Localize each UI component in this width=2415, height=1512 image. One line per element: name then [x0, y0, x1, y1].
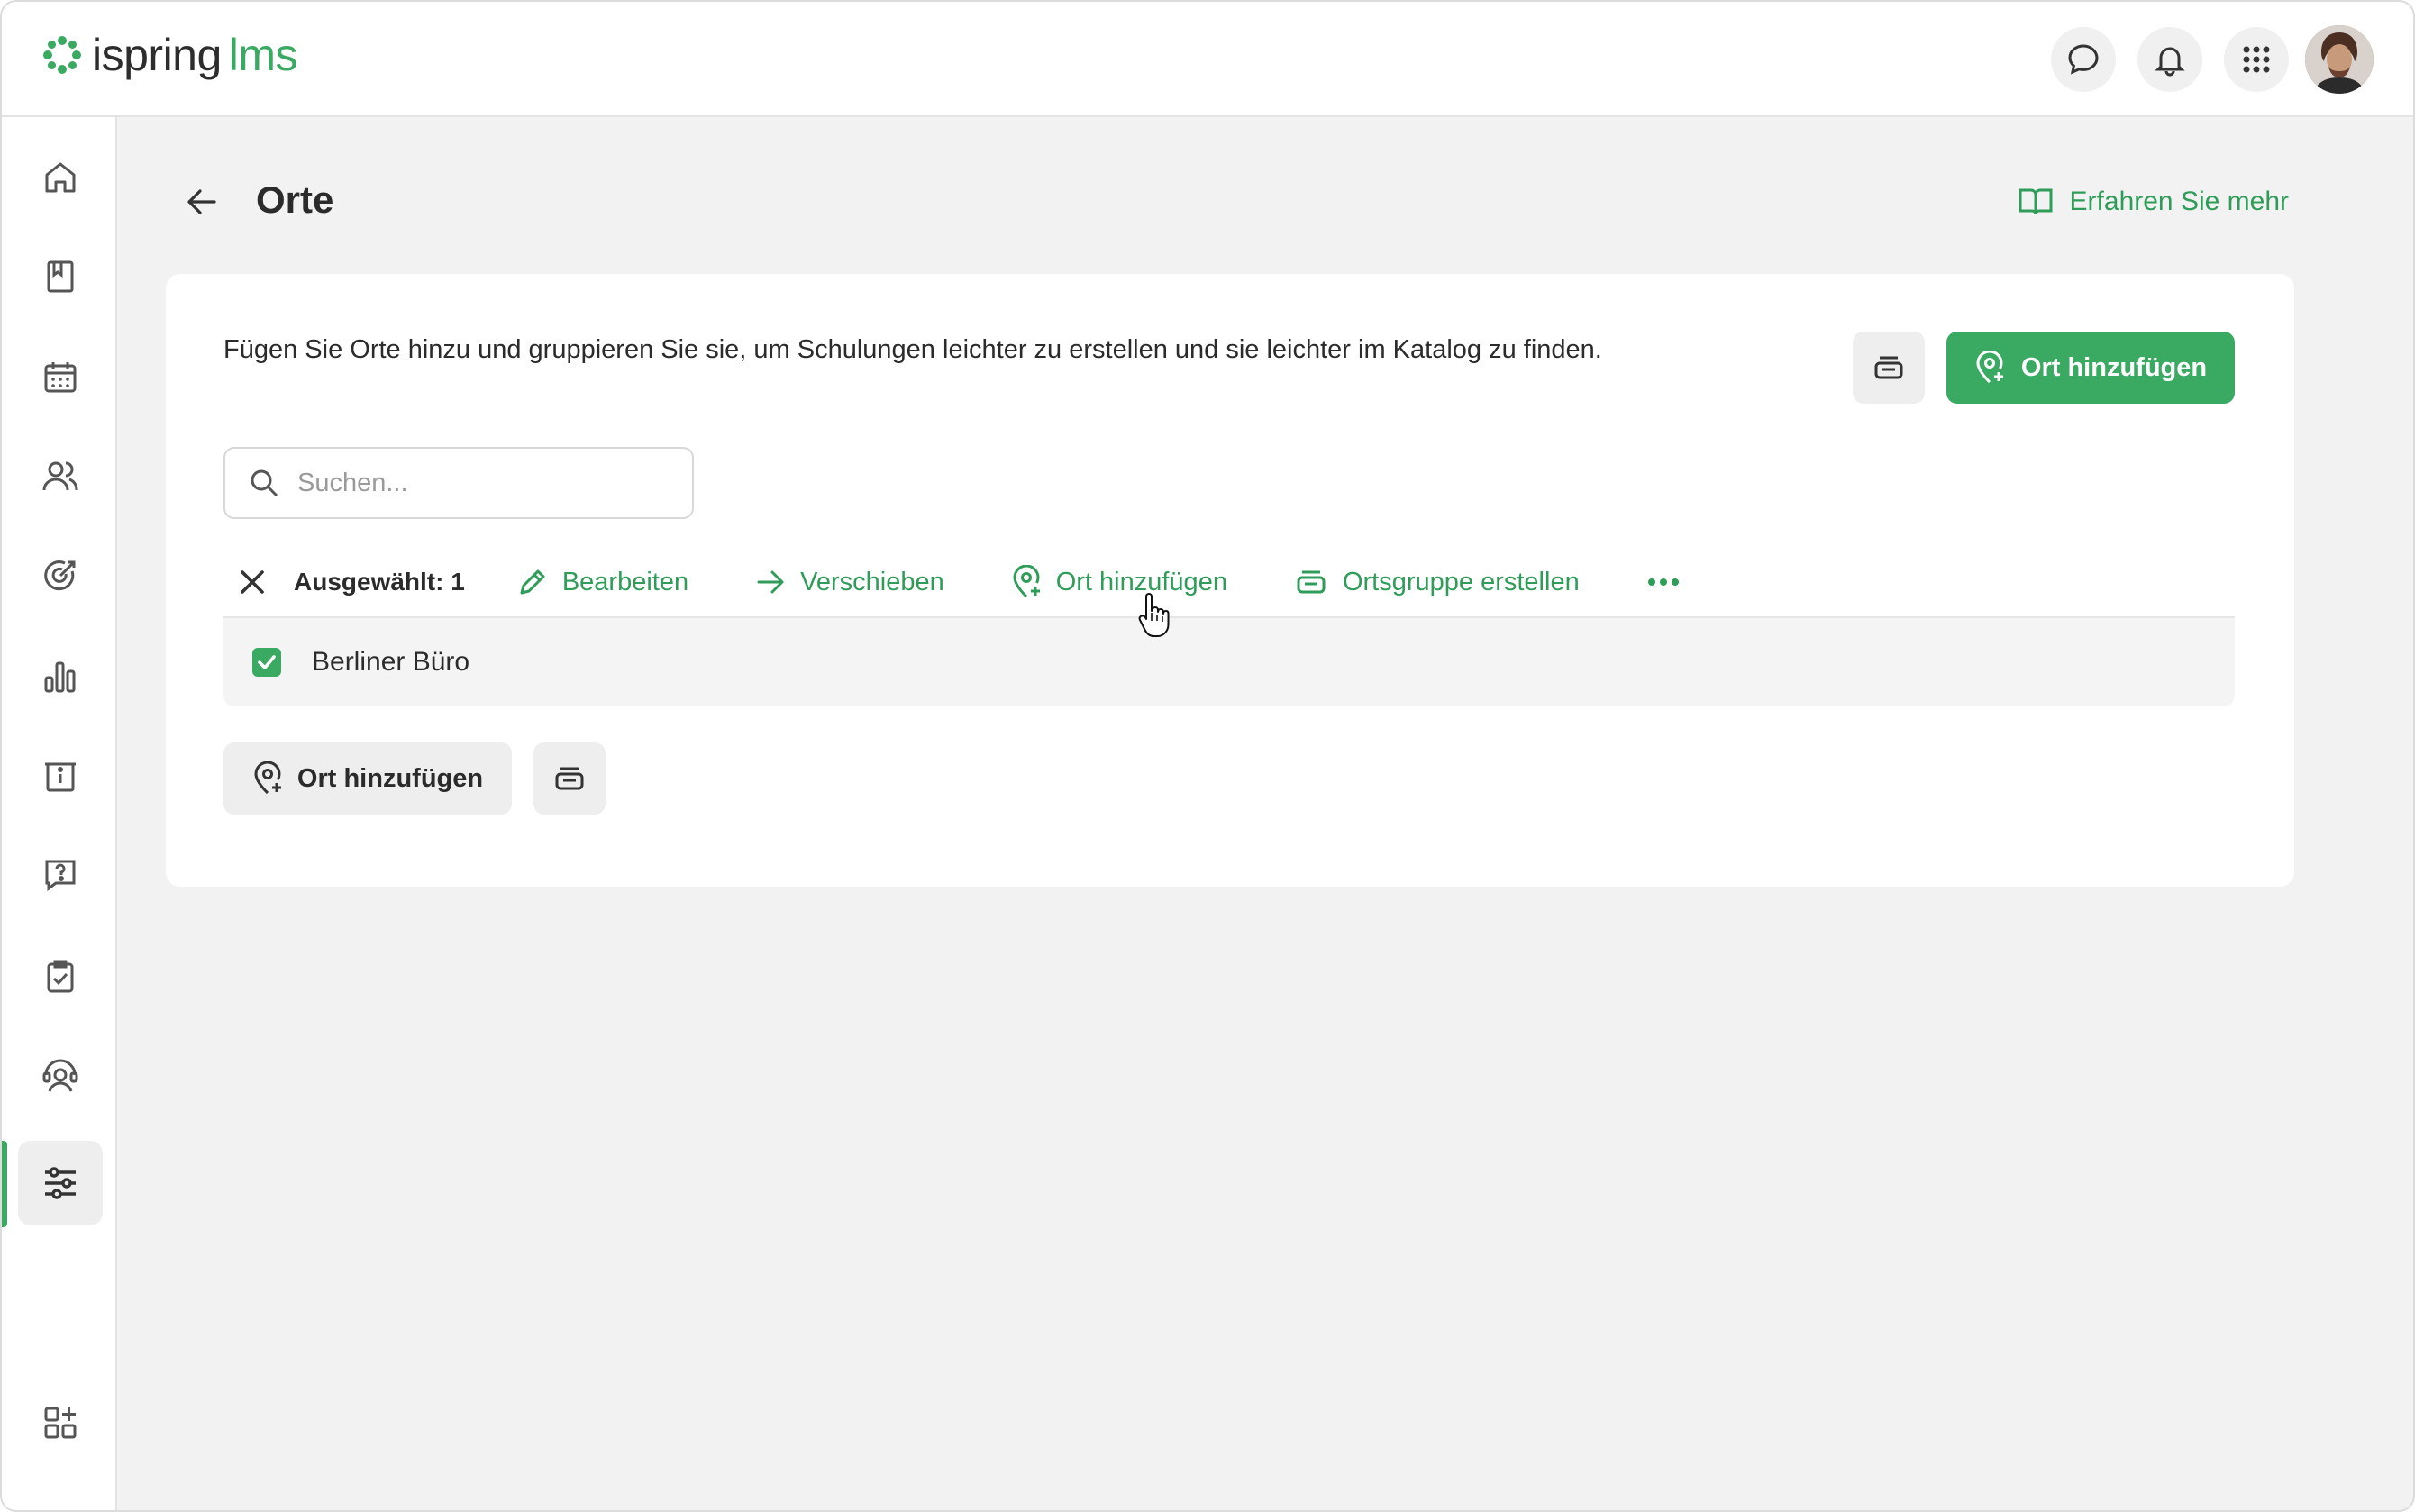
sidebar-item-settings[interactable] — [18, 1141, 103, 1225]
hand-cursor-icon — [1138, 593, 1170, 637]
group-stack-icon — [1874, 356, 1903, 379]
top-header: ispring lms — [2, 2, 2413, 117]
toolbar-add-location-button[interactable]: Ort hinzufügen — [1011, 565, 1227, 599]
arrow-right-icon — [757, 570, 784, 594]
sidebar-item-add-widgets[interactable] — [18, 1380, 103, 1465]
user-avatar[interactable] — [2305, 25, 2374, 94]
pencil-icon — [520, 569, 545, 595]
search-icon — [251, 469, 278, 497]
create-group-secondary-button[interactable] — [533, 742, 606, 815]
learn-more-label: Erfahren Sie mehr — [2069, 187, 2289, 216]
book-icon — [47, 260, 74, 293]
question-chat-icon — [45, 860, 76, 891]
logo-mark-icon — [43, 36, 81, 74]
app-window: ispring lms Orte Erfahren Sie mehr Fügen… — [0, 0, 2415, 1512]
sidebar-item-users[interactable] — [18, 434, 103, 519]
sidebar-item-reports[interactable] — [18, 634, 103, 719]
logo-text: ispring — [92, 30, 222, 80]
create-group-button[interactable] — [1853, 332, 1925, 404]
close-icon — [241, 570, 264, 594]
page-description: Fügen Sie Orte hinzu und gruppieren Sie … — [223, 335, 1602, 364]
sliders-icon — [45, 1167, 76, 1199]
headset-user-icon — [42, 1059, 78, 1092]
avatar-icon — [2305, 25, 2374, 94]
widgets-add-icon — [44, 1407, 77, 1439]
sidebar-item-support[interactable] — [18, 1033, 103, 1117]
clear-selection-button[interactable] — [227, 557, 278, 607]
chat-icon — [2068, 44, 2099, 75]
add-location-secondary-label: Ort hinzufügen — [296, 763, 484, 793]
checkmark-icon — [258, 655, 276, 669]
open-book-icon — [2019, 188, 2053, 215]
search-input[interactable] — [297, 468, 676, 498]
group-stack-icon — [555, 767, 584, 790]
bell-icon — [2155, 47, 2185, 77]
bar-chart-icon — [44, 661, 76, 693]
locations-card: Fügen Sie Orte hinzu und gruppieren Sie … — [166, 274, 2294, 887]
location-pin-add-icon — [1976, 351, 2003, 384]
row-label: Berliner Büro — [312, 647, 470, 677]
location-pin-add-icon — [254, 761, 281, 795]
target-icon — [44, 560, 76, 591]
add-location-primary-label: Ort hinzufügen — [2020, 352, 2208, 382]
back-arrow-icon[interactable] — [182, 182, 222, 222]
move-label: Verschieben — [800, 567, 944, 597]
location-pin-add-icon — [1013, 565, 1040, 598]
page-title: Orte — [256, 178, 334, 221]
sidebar-item-info[interactable] — [18, 733, 103, 818]
group-stack-icon — [1297, 570, 1326, 594]
create-location-group-label: Ortsgruppe erstellen — [1342, 567, 1580, 597]
row-checkbox[interactable] — [252, 648, 281, 677]
edit-label: Bearbeiten — [561, 567, 689, 597]
chat-button[interactable] — [2051, 27, 2116, 92]
create-location-group-button[interactable]: Ortsgruppe erstellen — [1294, 567, 1580, 597]
move-button[interactable]: Verschieben — [755, 567, 944, 597]
notifications-button[interactable] — [2137, 27, 2202, 92]
learn-more-link[interactable]: Erfahren Sie mehr — [2018, 186, 2289, 218]
logo[interactable]: ispring lms — [41, 29, 298, 81]
apps-button[interactable] — [2224, 27, 2289, 92]
sidebar-item-library[interactable] — [18, 234, 103, 319]
sidebar — [2, 117, 117, 1510]
users-icon — [42, 461, 78, 491]
clipboard-check-icon — [47, 960, 74, 993]
home-icon — [45, 162, 76, 193]
selection-toolbar: Ausgewählt: 1 Bearbeiten Verschieben Ort… — [223, 550, 2235, 615]
sidebar-item-home[interactable] — [18, 135, 103, 220]
calendar-icon — [44, 362, 77, 393]
sidebar-item-goals[interactable] — [18, 533, 103, 618]
more-dots-icon — [1647, 578, 1679, 586]
sidebar-item-tasks[interactable] — [18, 934, 103, 1018]
table-row[interactable]: Berliner Büro — [223, 616, 2235, 706]
sidebar-item-calendar[interactable] — [18, 335, 103, 420]
edit-button[interactable]: Bearbeiten — [517, 567, 688, 597]
selected-count: Ausgewählt: 1 — [294, 568, 465, 596]
more-actions-button[interactable] — [1646, 577, 1681, 587]
add-location-secondary-button[interactable]: Ort hinzufügen — [223, 742, 512, 815]
apps-grid-icon — [2243, 46, 2270, 73]
sidebar-item-questions[interactable] — [18, 833, 103, 917]
info-board-icon — [45, 762, 76, 792]
add-location-primary-button[interactable]: Ort hinzufügen — [1946, 332, 2235, 404]
sidebar-active-indicator — [2, 1141, 7, 1227]
logo-suffix: lms — [228, 30, 298, 80]
search-field[interactable] — [223, 447, 694, 519]
